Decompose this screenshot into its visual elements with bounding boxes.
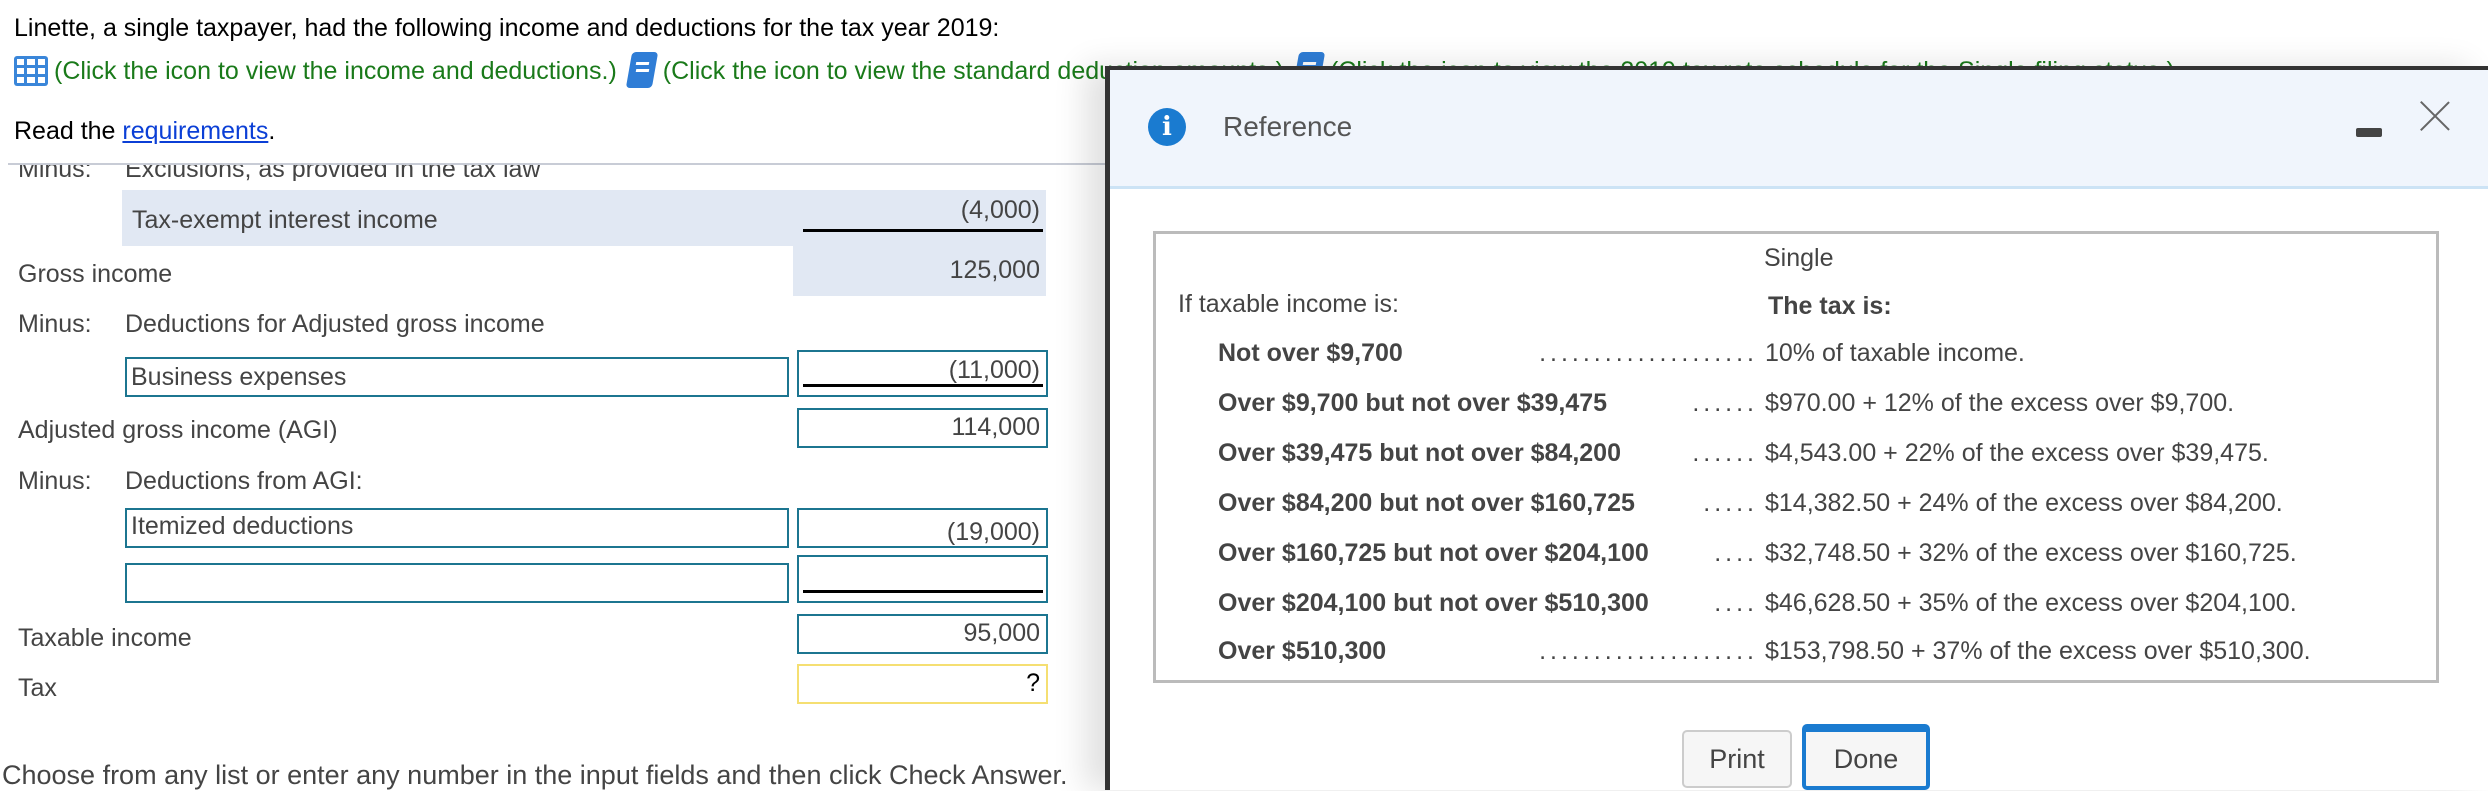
table-row: Over $204,100 but not over $510,300 ....… [1156,589,2436,629]
agi-value-input[interactable]: 114,000 [797,408,1048,448]
itemized-deductions-value-input[interactable]: (19,000) [797,508,1048,548]
tax-exempt-value: (4,000) [960,196,1040,224]
table-row: Over $160,725 but not over $204,100 ....… [1156,539,2436,579]
leader-dots: .... [1714,539,1758,567]
tax-label: Tax [18,674,57,702]
bracket-condition: Not over $9,700 [1218,339,1403,367]
subtotal-underline [803,384,1043,387]
bracket-condition: Over $84,200 but not over $160,725 [1218,489,1635,517]
minus-label: Minus: [18,467,92,495]
done-button[interactable]: Done [1802,724,1930,790]
leader-dots: .................... [1539,637,1758,665]
print-button[interactable]: Print [1682,730,1792,788]
modal-title: Reference [1223,111,1353,142]
read-suffix: . [268,117,276,145]
blank-value-input[interactable] [797,555,1048,603]
bracket-tax: $14,382.50 + 24% of the excess over $84,… [1765,489,2283,517]
leader-dots: ...... [1692,389,1758,417]
close-icon[interactable] [2420,100,2450,130]
leader-dots: .... [1714,589,1758,617]
info-icon: i [1148,108,1186,146]
bracket-condition: Over $510,300 [1218,637,1387,665]
tax-is-header: The tax is: [1768,292,1892,320]
bracket-tax: 10% of taxable income. [1765,339,2025,367]
minus-label: Minus: [18,165,92,181]
bracket-condition: Over $39,475 but not over $84,200 [1218,439,1621,467]
clipped-exclusions-row: Minus: Exclusions, as provided in the ta… [18,165,1098,181]
instruction-text: Choose from any list or enter any number… [2,760,1068,790]
read-prefix: Read the [14,117,123,145]
minimize-icon[interactable] [2356,128,2382,137]
table-row: Not over $9,700 .................... 10%… [1156,339,2436,379]
table-row: Over $84,200 but not over $160,725 .....… [1156,489,2436,529]
book-icon[interactable] [625,52,658,90]
bracket-tax: $32,748.50 + 32% of the excess over $160… [1765,539,2297,567]
bracket-tax: $4,543.00 + 22% of the excess over $39,4… [1765,439,2269,467]
table-grid-icon[interactable] [14,56,48,86]
deductions-for-agi-label: Deductions for Adjusted gross income [125,310,545,338]
table-row: Over $39,475 but not over $84,200 ......… [1156,439,2436,479]
tax-value-input[interactable]: ? [797,664,1048,704]
table-row: Over $510,300 .................... $153,… [1156,637,2436,677]
bracket-tax: $153,798.50 + 37% of the excess over $51… [1765,637,2311,665]
filing-status-header: Single [1764,244,1834,272]
if-taxable-income-header: If taxable income is: [1178,290,1399,318]
blank-label-input[interactable] [125,563,789,603]
bracket-condition: Over $160,725 but not over $204,100 [1218,539,1649,567]
gross-income-label: Gross income [18,260,173,288]
modal-header: i Reference [1110,70,2488,189]
read-requirements: Read the requirements. [14,117,275,146]
leader-dots: ...... [1692,439,1758,467]
leader-dots: ..... [1703,489,1758,517]
bracket-tax: $46,628.50 + 35% of the excess over $204… [1765,589,2297,617]
table-row: Over $9,700 but not over $39,475 ...... … [1156,389,2436,429]
question-title: Linette, a single taxpayer, had the foll… [14,14,1000,42]
taxable-income-label: Taxable income [18,624,192,652]
requirements-link[interactable]: requirements [122,117,268,145]
gross-income-value: 125,000 [949,256,1040,284]
leader-dots: .................... [1539,339,1758,367]
taxable-income-value-input[interactable]: 95,000 [797,614,1048,654]
income-deductions-link[interactable]: (Click the icon to view the income and d… [54,57,617,86]
tax-rate-schedule-table: Single If taxable income is: The tax is:… [1153,231,2439,683]
reference-modal: i Reference Single If taxable income is:… [1105,66,2488,790]
exclusions-label: Exclusions, as provided in the tax law [125,165,541,181]
minus-label: Minus: [18,310,92,338]
subtotal-underline [803,590,1043,593]
business-expenses-value-input[interactable]: (11,000) [797,350,1048,397]
bracket-condition: Over $9,700 but not over $39,475 [1218,389,1608,417]
bracket-condition: Over $204,100 but not over $510,300 [1218,589,1649,617]
business-expenses-input[interactable]: Business expenses [125,357,789,397]
subtotal-underline [803,229,1043,232]
tax-exempt-label: Tax-exempt interest income [132,206,438,234]
agi-label: Adjusted gross income (AGI) [18,416,338,444]
deductions-from-agi-label: Deductions from AGI: [125,467,363,495]
itemized-deductions-input[interactable]: Itemized deductions [125,508,789,548]
bracket-tax: $970.00 + 12% of the excess over $9,700. [1765,389,2235,417]
